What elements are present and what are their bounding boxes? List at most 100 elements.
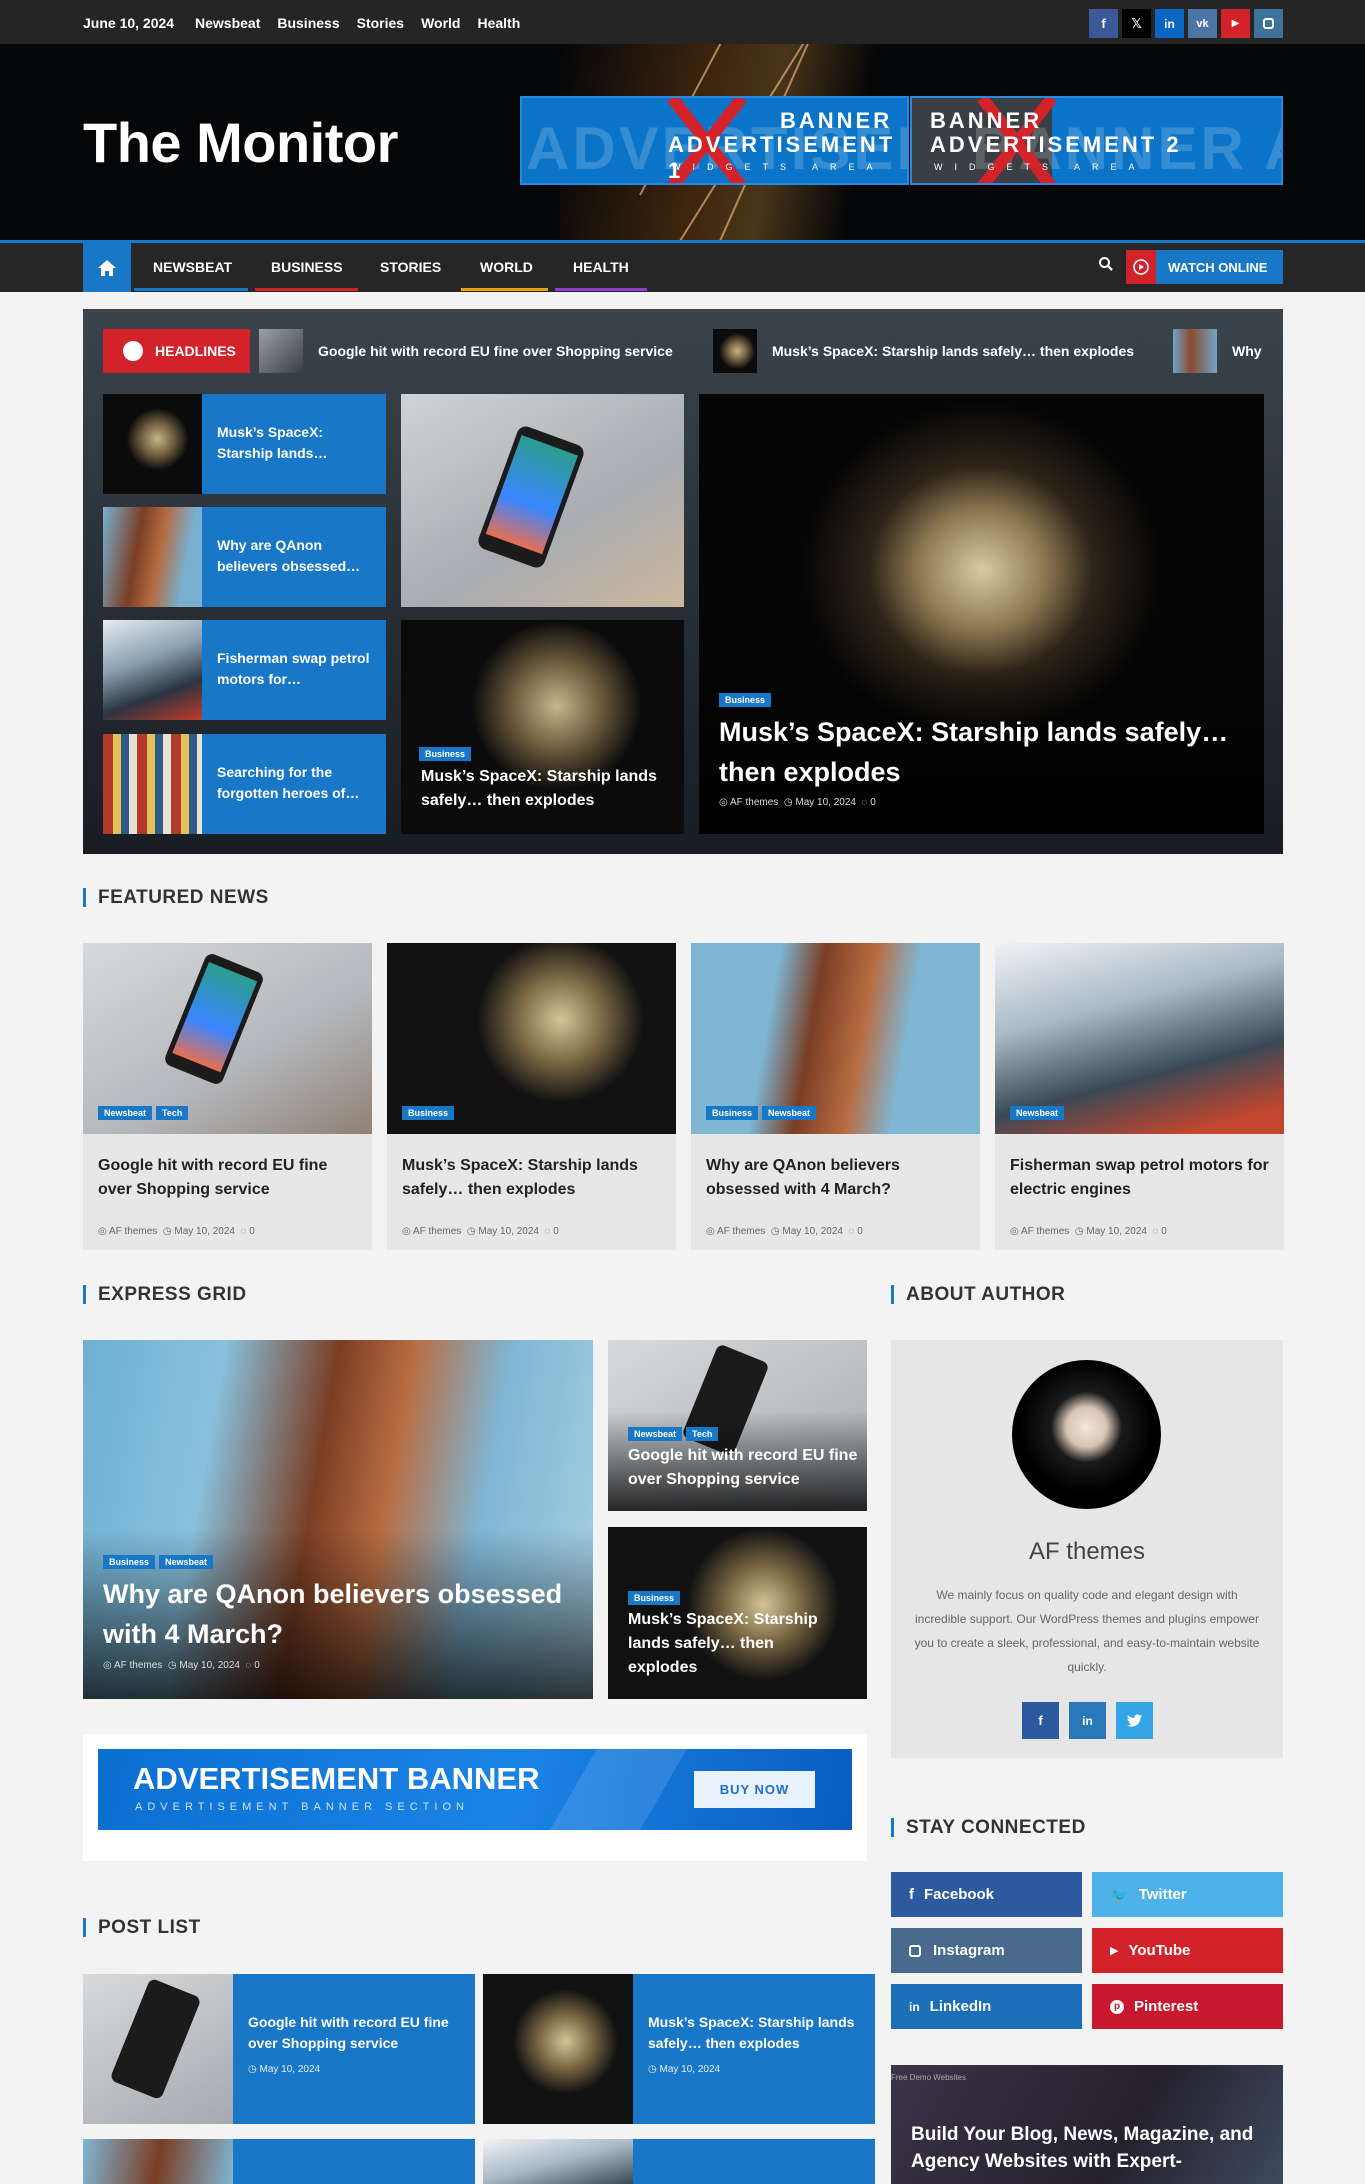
post-list-item[interactable]: Musk’s SpaceX: Starship lands safely… th… xyxy=(483,1974,875,2124)
featured-card[interactable]: Newsbeat Tech Google hit with record EU f… xyxy=(83,943,372,1250)
post-meta: ◎ AF themes ◷ May 10, 2024 ◌ 0 xyxy=(402,1226,559,1237)
promo-widget[interactable]: Free Demo Websites Build Your Blog, News… xyxy=(891,2065,1283,2184)
ad-banner[interactable]: ADVERTISEMENT BANNER ADVERTISEMENT BANNE… xyxy=(98,1749,852,1830)
nav-newsbeat[interactable]: NEWSBEAT xyxy=(153,259,232,275)
post-author[interactable]: AF themes xyxy=(1021,1226,1069,1237)
youtube-icon[interactable]: ▶ xyxy=(1221,9,1250,38)
post-comments[interactable]: 0 xyxy=(249,1226,255,1237)
hero-big-post[interactable]: Business Musk’s SpaceX: Starship lands s… xyxy=(699,394,1264,834)
twitter-link[interactable]: 🐦 Twitter xyxy=(1092,1872,1283,1917)
featured-card[interactable]: Business Newsbeat Why are QAnon believers… xyxy=(691,943,980,1250)
nav-world[interactable]: WORLD xyxy=(480,259,533,275)
category-badge[interactable]: Newsbeat xyxy=(628,1427,683,1441)
top-nav-world[interactable]: World xyxy=(421,15,460,31)
featured-card[interactable]: Business Musk’s SpaceX: Starship lands s… xyxy=(387,943,676,1250)
top-nav-health[interactable]: Health xyxy=(477,15,520,31)
pinterest-icon: p xyxy=(1110,1999,1124,2014)
post-author[interactable]: AF themes xyxy=(109,1226,157,1237)
ticker-item[interactable]: Google hit with record EU fine over Shop… xyxy=(259,329,673,373)
express-big-post[interactable]: Business Newsbeat Why are QAnon believers… xyxy=(83,1340,593,1699)
facebook-icon[interactable]: f xyxy=(1022,1702,1059,1739)
post-title: Musk’s SpaceX: Starship lands safely… th… xyxy=(628,1611,818,1676)
ticker-thumb-phone xyxy=(259,329,303,373)
about-author-heading: ABOUT AUTHOR xyxy=(891,1285,1065,1304)
nav-underline xyxy=(461,288,548,291)
header-banner-2[interactable]: BANNER ADVER BANNER ADVERTISEMENT 2 WIDG… xyxy=(910,96,1283,185)
watch-online-button[interactable]: WATCH ONLINE xyxy=(1126,250,1283,284)
post-list-item[interactable] xyxy=(483,2139,875,2184)
x-icon[interactable]: 𝕏 xyxy=(1122,9,1151,38)
category-badge[interactable]: Tech xyxy=(686,1427,719,1441)
category-badge[interactable]: Business xyxy=(719,693,772,707)
category-badge[interactable]: Newsbeat xyxy=(1010,1106,1065,1120)
hero-side-post[interactable]: Musk’s SpaceX: Starship lands… xyxy=(103,394,386,494)
hero-side-post[interactable]: Searching for the forgotten heroes of… xyxy=(103,734,386,834)
author-description: We mainly focus on quality code and eleg… xyxy=(914,1588,1260,1674)
post-comments[interactable]: 0 xyxy=(553,1226,559,1237)
post-date: May 10, 2024 xyxy=(174,1226,235,1237)
category-badge[interactable]: Business xyxy=(402,1106,455,1120)
hero-side-post[interactable]: Why are QAnon believers obsessed… xyxy=(103,507,386,607)
search-icon[interactable] xyxy=(1098,256,1114,272)
instagram-icon[interactable] xyxy=(1254,9,1283,38)
ticker-item[interactable]: Why xyxy=(1173,329,1262,373)
category-badge[interactable]: Newsbeat xyxy=(98,1106,153,1120)
category-badge[interactable]: Business xyxy=(419,747,472,761)
post-date: May 10, 2024 xyxy=(179,1660,240,1671)
ticker-item[interactable]: Musk’s SpaceX: Starship lands safely… th… xyxy=(713,329,1134,373)
linkedin-icon[interactable]: in xyxy=(1155,9,1184,38)
post-date: May 10, 2024 xyxy=(782,1226,843,1237)
pinterest-link[interactable]: p Pinterest xyxy=(1092,1984,1283,2029)
linkedin-icon[interactable]: in xyxy=(1069,1702,1106,1739)
promo-text: Build Your Blog, News, Magazine, and Age… xyxy=(911,2124,1254,2172)
post-list-item[interactable] xyxy=(83,2139,475,2184)
post-author[interactable]: AF themes xyxy=(114,1660,162,1671)
instagram-link[interactable]: Instagram xyxy=(891,1928,1082,1973)
header-banner-1[interactable]: ADVERTISEMENT BANNER ADVERTISEMENT 1 WID… xyxy=(520,96,909,185)
post-author[interactable]: AF themes xyxy=(413,1226,461,1237)
post-author[interactable]: AF themes xyxy=(717,1226,765,1237)
author-avatar xyxy=(1012,1360,1161,1509)
post-cats: Business xyxy=(419,744,475,762)
hero-phone-image[interactable] xyxy=(401,394,684,607)
category-badge[interactable]: Newsbeat xyxy=(159,1555,214,1569)
vk-icon[interactable]: vk xyxy=(1188,9,1217,38)
nav-stories[interactable]: STORIES xyxy=(380,259,441,275)
featured-card[interactable]: Newsbeat Fisherman swap petrol motors fo… xyxy=(995,943,1284,1250)
post-comments[interactable]: 0 xyxy=(857,1226,863,1237)
post-date: May 10, 2024 xyxy=(478,1226,539,1237)
post-list-item[interactable]: Google hit with record EU fine over Shop… xyxy=(83,1974,475,2124)
post-comments[interactable]: 0 xyxy=(870,797,876,808)
hero-mid-post[interactable]: Business Musk’s SpaceX: Starship lands s… xyxy=(401,620,684,834)
category-badge[interactable]: Business xyxy=(628,1591,681,1605)
top-nav-business[interactable]: Business xyxy=(277,15,339,31)
post-title: Musk’s SpaceX: Starship lands… xyxy=(217,424,328,461)
youtube-link[interactable]: ▶ YouTube xyxy=(1092,1928,1283,1973)
post-comments[interactable]: 0 xyxy=(254,1660,260,1671)
post-image-satellite: Business xyxy=(387,943,676,1134)
post-date: May 10, 2024 xyxy=(1086,1226,1147,1237)
linkedin-link[interactable]: in LinkedIn xyxy=(891,1984,1082,2029)
express-small-post[interactable]: Newsbeat Tech Google hit with record EU f… xyxy=(608,1340,867,1511)
category-badge[interactable]: Business xyxy=(706,1106,759,1120)
facebook-link[interactable]: f Facebook xyxy=(891,1872,1082,1917)
site-title[interactable]: The Monitor xyxy=(83,110,398,175)
hero-side-post[interactable]: Fisherman swap petrol motors for… xyxy=(103,620,386,720)
top-nav-stories[interactable]: Stories xyxy=(357,15,404,31)
category-badge[interactable]: Newsbeat xyxy=(762,1106,817,1120)
banner-line-2: ADVERTISEMENT 2 xyxy=(930,132,1182,157)
category-badge[interactable]: Tech xyxy=(156,1106,189,1120)
nav-business[interactable]: BUSINESS xyxy=(271,259,343,275)
nav-health[interactable]: HEALTH xyxy=(573,259,629,275)
post-comments[interactable]: 0 xyxy=(1161,1226,1167,1237)
buy-now-button[interactable]: BUY NOW xyxy=(694,1771,815,1808)
express-small-post[interactable]: Business Musk’s SpaceX: Starship lands s… xyxy=(608,1527,867,1699)
twitter-icon[interactable] xyxy=(1116,1702,1153,1739)
post-author[interactable]: AF themes xyxy=(730,797,778,808)
post-title: Google hit with record EU fine over Shop… xyxy=(248,2014,449,2051)
category-badge[interactable]: Business xyxy=(103,1555,156,1569)
top-nav-newsbeat[interactable]: Newsbeat xyxy=(195,15,260,31)
post-list-heading: POST LIST xyxy=(83,1918,201,1937)
facebook-icon[interactable]: f xyxy=(1089,9,1118,38)
home-button[interactable] xyxy=(83,243,131,292)
